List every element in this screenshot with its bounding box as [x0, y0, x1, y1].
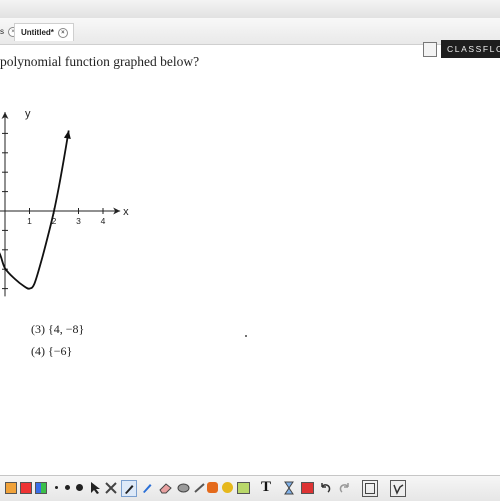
tab-strip: s × Untitled* × CLASSFLOW — [0, 18, 500, 45]
classflow-logo: CLASSFLOW — [441, 40, 500, 58]
camera-icon[interactable] — [300, 480, 314, 495]
x-tick-label: 1 — [27, 216, 32, 226]
close-icon[interactable]: × — [58, 28, 68, 38]
color-palette-icon[interactable] — [34, 480, 48, 495]
undo-icon[interactable] — [318, 480, 332, 495]
x-axis-label: x — [123, 206, 129, 218]
settings-icon[interactable] — [390, 480, 406, 497]
shape-icon[interactable] — [176, 480, 190, 495]
y-axis-label: y — [25, 108, 31, 120]
media-icon[interactable] — [236, 480, 250, 495]
x-tick-label: 4 — [101, 216, 106, 226]
answer-choice-4: (4) {−6} — [31, 344, 72, 359]
question-text: polynomial function graphed below? — [0, 54, 199, 70]
pen-icon[interactable] — [121, 480, 137, 497]
eraser-icon[interactable] — [158, 480, 172, 495]
tab-untitled[interactable]: Untitled* × — [14, 23, 74, 41]
color-swatch-icon[interactable] — [4, 480, 18, 495]
stray-dot — [245, 335, 247, 337]
stamp-icon[interactable] — [220, 480, 234, 495]
menu-icon[interactable] — [423, 42, 437, 57]
tab-previous-label: s — [0, 27, 4, 36]
highlighter-icon[interactable] — [140, 480, 154, 495]
link-icon[interactable] — [192, 480, 206, 495]
x-tick-label: 3 — [76, 216, 81, 226]
graph-axes: xy — [0, 108, 129, 296]
tab-untitled-label: Untitled* — [21, 28, 54, 37]
polynomial-curve — [0, 130, 69, 288]
color-swatch-icon[interactable] — [19, 480, 33, 495]
pointer-icon[interactable] — [88, 480, 102, 495]
flipchart-icon[interactable] — [362, 480, 378, 497]
polynomial-graph: xy 112348642−2−4−6−8 — [0, 78, 170, 298]
redo-icon[interactable] — [338, 480, 352, 495]
reveal-icon[interactable] — [282, 480, 296, 495]
fill-icon[interactable] — [205, 480, 219, 495]
curve-arrowhead — [64, 130, 71, 138]
tools-icon[interactable] — [104, 480, 118, 495]
line-width-icon[interactable] — [72, 480, 86, 495]
graph-curve — [0, 130, 71, 288]
text-tool-icon[interactable]: T — [259, 480, 273, 495]
bottom-toolbar: T — [0, 475, 500, 501]
answer-choice-3: (3) {4, −8} — [31, 322, 84, 337]
window-top-bar — [0, 0, 500, 19]
